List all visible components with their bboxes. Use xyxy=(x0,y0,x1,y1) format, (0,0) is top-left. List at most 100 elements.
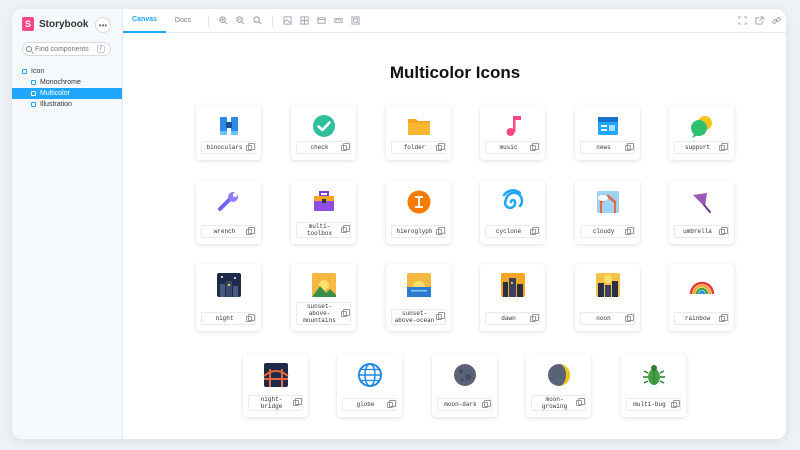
icon-name: wrench xyxy=(213,228,236,235)
icon-card-news[interactable]: news xyxy=(575,105,640,160)
icon-label[interactable]: globe xyxy=(342,398,397,411)
icon-card-multi-toolbox[interactable]: multi- toolbox xyxy=(291,181,356,244)
icon-label[interactable]: dawn xyxy=(485,312,540,325)
copy-icon[interactable] xyxy=(387,399,396,408)
brand[interactable]: S Storybook xyxy=(22,17,88,31)
icon-card-noon[interactable]: noon xyxy=(575,264,640,331)
copy-icon[interactable] xyxy=(246,226,255,235)
icon-card-dawn[interactable]: dawn xyxy=(480,264,545,331)
grid-icon[interactable] xyxy=(298,14,311,27)
icon-card-hieroglyph[interactable]: hieroglyph xyxy=(386,181,451,244)
icon-label[interactable]: folder xyxy=(391,141,446,154)
icon-card-moon-growing[interactable]: moon- growing xyxy=(526,354,591,417)
tree-item-multicolor[interactable]: Multicolor xyxy=(12,88,122,99)
icon-card-support[interactable]: support xyxy=(669,105,734,160)
copy-icon[interactable] xyxy=(625,226,634,235)
icon-label[interactable]: moon- growing xyxy=(531,395,586,411)
tree-item-monochrome[interactable]: Monochrome xyxy=(12,77,122,88)
copy-icon[interactable] xyxy=(719,142,728,151)
icon-card-binoculars[interactable]: binoculars xyxy=(196,105,261,160)
icon-card-check[interactable]: check xyxy=(291,105,356,160)
sidebar-menu-button[interactable]: ••• xyxy=(95,17,111,33)
icon-label[interactable]: night- bridge xyxy=(248,395,303,411)
copy-icon[interactable] xyxy=(530,313,539,322)
moon-dark-icon xyxy=(454,364,476,386)
icon-label[interactable]: hieroglyph xyxy=(391,225,446,238)
tree-item-icon[interactable]: Icon xyxy=(12,66,122,77)
icon-label[interactable]: multi- toolbox xyxy=(296,222,351,238)
search-box[interactable]: / xyxy=(22,42,111,56)
icon-label[interactable]: wrench xyxy=(201,225,256,238)
zoom-reset-icon[interactable] xyxy=(251,14,264,27)
icon-label[interactable]: umbrella xyxy=(674,225,729,238)
copy-icon[interactable] xyxy=(530,142,539,151)
icon-label[interactable]: moon-dark xyxy=(437,398,492,411)
icon-card-rainbow[interactable]: rainbow xyxy=(669,264,734,331)
copy-icon[interactable] xyxy=(436,312,445,320)
tab-docs[interactable]: Docs xyxy=(166,9,200,33)
icon-label[interactable]: noon xyxy=(580,312,635,325)
icon-card-moon-dark[interactable]: moon-dark xyxy=(432,354,497,417)
icon-card-sunset-above-ocean[interactable]: sunset- above-ocean xyxy=(386,264,451,331)
tree-item-illustration[interactable]: Illustration xyxy=(12,99,122,110)
copy-icon[interactable] xyxy=(671,399,680,408)
icon-card-globe[interactable]: globe xyxy=(337,354,402,417)
copy-icon[interactable] xyxy=(436,226,445,235)
main-panel: Canvas Docs Multicolor Icons binoculars … xyxy=(122,9,786,439)
cloudy-icon xyxy=(597,191,619,213)
copy-link-icon[interactable] xyxy=(770,14,783,27)
icon-card-night[interactable]: night xyxy=(196,264,261,331)
icon-card-night-bridge[interactable]: night- bridge xyxy=(243,354,308,417)
icon-card-sunset-above-mountains[interactable]: sunset- above- mountains xyxy=(291,264,356,331)
icon-label[interactable]: news xyxy=(580,141,635,154)
icon-label[interactable]: cyclone xyxy=(485,225,540,238)
search-input[interactable] xyxy=(35,45,97,53)
icon-label[interactable]: sunset- above-ocean xyxy=(391,309,446,325)
icon-card-cyclone[interactable]: cyclone xyxy=(480,181,545,244)
icon-card-music[interactable]: music xyxy=(480,105,545,160)
icon-label[interactable]: night xyxy=(201,312,256,325)
tree-item-label: Monochrome xyxy=(40,79,81,86)
icon-card-multi-bug[interactable]: multi-bug xyxy=(621,354,686,417)
open-new-tab-icon[interactable] xyxy=(753,14,766,27)
icon-label[interactable]: multi-bug xyxy=(626,398,681,411)
fullscreen-icon[interactable] xyxy=(736,14,749,27)
component-group-icon xyxy=(22,69,27,74)
copy-icon[interactable] xyxy=(246,313,255,322)
copy-icon[interactable] xyxy=(719,313,728,322)
tab-canvas[interactable]: Canvas xyxy=(123,9,166,33)
icon-label[interactable]: sunset- above- mountains xyxy=(296,302,351,325)
viewport-icon[interactable] xyxy=(315,14,328,27)
page-title: Multicolor Icons xyxy=(389,63,521,82)
icon-card-cloudy[interactable]: cloudy xyxy=(575,181,640,244)
zoom-out-icon[interactable] xyxy=(234,14,247,27)
app-name: Storybook xyxy=(39,18,89,30)
copy-icon[interactable] xyxy=(341,225,350,233)
measure-icon[interactable] xyxy=(332,14,345,27)
background-icon[interactable] xyxy=(281,14,294,27)
copy-icon[interactable] xyxy=(576,398,585,406)
copy-icon[interactable] xyxy=(625,142,634,151)
copy-icon[interactable] xyxy=(436,142,445,151)
icon-card-folder[interactable]: folder xyxy=(386,105,451,160)
outline-icon[interactable] xyxy=(349,14,362,27)
icon-label[interactable]: binoculars xyxy=(201,141,256,154)
copy-icon[interactable] xyxy=(341,308,350,317)
icon-label[interactable]: rainbow xyxy=(674,312,729,325)
zoom-in-icon[interactable] xyxy=(217,14,230,27)
story-icon xyxy=(31,102,36,107)
icon-card-umbrella[interactable]: umbrella xyxy=(669,181,734,244)
tree-item-label: Multicolor xyxy=(40,90,70,97)
icon-card-wrench[interactable]: wrench xyxy=(196,181,261,244)
copy-icon[interactable] xyxy=(341,142,350,151)
icon-label[interactable]: check xyxy=(296,141,351,154)
copy-icon[interactable] xyxy=(719,226,728,235)
copy-icon[interactable] xyxy=(246,142,255,151)
icon-label[interactable]: cloudy xyxy=(580,225,635,238)
icon-label[interactable]: support xyxy=(674,141,729,154)
copy-icon[interactable] xyxy=(530,226,539,235)
icon-label[interactable]: music xyxy=(485,141,540,154)
copy-icon[interactable] xyxy=(293,398,302,406)
copy-icon[interactable] xyxy=(482,399,491,408)
copy-icon[interactable] xyxy=(625,313,634,322)
